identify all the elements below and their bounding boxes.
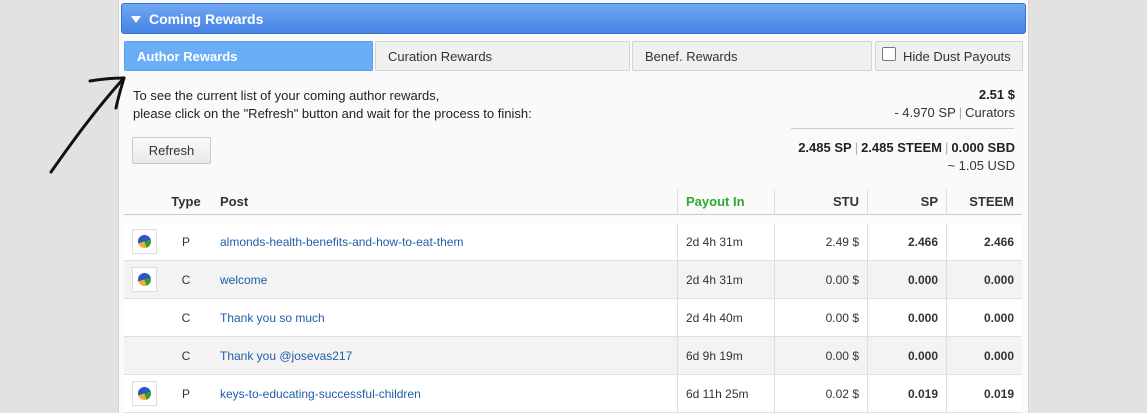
post-link[interactable]: Thank you so much — [220, 311, 325, 325]
row-stu: 0.00 $ — [774, 299, 867, 336]
total-usd: 2.51 $ — [978, 87, 1015, 102]
row-payout: 6d 9h 19m — [677, 337, 774, 374]
row-stu: 2.49 $ — [774, 223, 867, 260]
row-type: P — [181, 386, 190, 401]
post-link[interactable]: welcome — [220, 273, 267, 287]
table-row: C Thank you so much 2d 4h 40m 0.00 $0.000 0.… — [124, 299, 1022, 337]
row-steem: 0.000 — [946, 337, 1022, 374]
row-type: C — [181, 310, 191, 325]
coming-rewards-panel: Coming Rewards Author Rewards Curation R… — [118, 0, 1029, 413]
table-row: C Thank you @josevas217 6d 9h 19m 0.00 $0.0… — [124, 337, 1022, 375]
row-payout: 2d 4h 31m — [677, 261, 774, 298]
hide-dust-toggle[interactable]: Hide Dust Payouts — [875, 41, 1023, 71]
row-sp: 0.000 — [867, 261, 946, 298]
table-header: Type Post Payout In STU SP STEEM — [124, 189, 1022, 215]
table-body: Palmonds-health-benefits-and-how-to-eat-… — [124, 223, 1022, 413]
row-type: P — [181, 234, 190, 249]
row-stu: 0.02 $ — [774, 375, 867, 412]
header-stu[interactable]: STU — [774, 189, 867, 214]
totals-line: 2.485 SP | 2.485 STEEM | 0.000 SBD — [798, 140, 1015, 155]
rewards-table: Type Post Payout In STU SP STEEM Palmond… — [124, 189, 1022, 413]
row-steem: 0.000 — [946, 261, 1022, 298]
header-sp[interactable]: SP — [867, 189, 946, 214]
row-payout: 2d 4h 40m — [677, 299, 774, 336]
summary-divider — [791, 128, 1014, 129]
row-type: C — [181, 272, 191, 287]
header-steem[interactable]: STEEM — [946, 189, 1022, 214]
info-line-2: please click on the "Refresh" button and… — [133, 106, 532, 121]
header-icon-col — [124, 189, 164, 214]
row-sp: 2.466 — [867, 223, 946, 260]
table-row: Palmonds-health-benefits-and-how-to-eat-… — [124, 223, 1022, 261]
table-spacer — [124, 215, 1022, 223]
curators-label: Curators — [965, 105, 1015, 120]
header-payout[interactable]: Payout In — [677, 189, 774, 214]
row-steem: 0.000 — [946, 299, 1022, 336]
hide-dust-label: Hide Dust Payouts — [903, 49, 1011, 64]
row-stu: 0.00 $ — [774, 337, 867, 374]
tab-author-rewards[interactable]: Author Rewards — [124, 41, 373, 71]
tab-benef-rewards[interactable]: Benef. Rewards — [632, 41, 872, 71]
info-line-1: To see the current list of your coming a… — [133, 88, 440, 103]
pie-chart-icon[interactable] — [131, 229, 157, 254]
info-text: To see the current list of your coming a… — [133, 87, 532, 123]
row-icon-cell — [124, 223, 164, 260]
row-sp: 0.019 — [867, 375, 946, 412]
row-steem: 2.466 — [946, 223, 1022, 260]
row-icon-cell — [124, 299, 164, 336]
row-payout: 6d 11h 25m — [677, 375, 774, 412]
curators-line: - 4.970 SP | Curators — [894, 105, 1015, 120]
row-type: C — [181, 348, 191, 363]
total-steem: 2.485 STEEM — [861, 140, 943, 155]
table-row: Cwelcome 2d 4h 31m 0.00 $0.000 0.000 — [124, 261, 1022, 299]
hide-dust-checkbox[interactable] — [882, 47, 896, 61]
pie-chart-icon[interactable] — [131, 381, 157, 406]
row-sp: 0.000 — [867, 337, 946, 374]
header-post[interactable]: Post — [208, 189, 677, 214]
row-steem: 0.019 — [946, 375, 1022, 412]
refresh-button[interactable]: Refresh — [132, 137, 211, 164]
row-sp: 0.000 — [867, 299, 946, 336]
post-link[interactable]: almonds-health-benefits-and-how-to-eat-t… — [220, 235, 463, 249]
post-link[interactable]: keys-to-educating-successful-children — [220, 387, 421, 401]
row-payout: 2d 4h 31m — [677, 223, 774, 260]
usd-approx: ~ 1.05 USD — [947, 158, 1015, 173]
row-icon-cell — [124, 261, 164, 298]
header-type: Type — [171, 194, 201, 209]
total-sbd: 0.000 SBD — [951, 140, 1015, 155]
row-post-cell: Thank you so much — [208, 299, 677, 336]
section-title: Coming Rewards — [149, 11, 264, 27]
table-row: Pkeys-to-educating-successful-children 6d… — [124, 375, 1022, 413]
post-link[interactable]: Thank you @josevas217 — [220, 349, 352, 363]
triangle-down-icon[interactable] — [131, 16, 141, 23]
coming-rewards-header[interactable]: Coming Rewards — [121, 3, 1026, 34]
row-icon-cell — [124, 375, 164, 412]
curators-sp: - 4.970 SP — [894, 105, 956, 120]
pie-chart-icon[interactable] — [131, 267, 157, 292]
total-sp: 2.485 SP — [798, 140, 852, 155]
row-post-cell: Thank you @josevas217 — [208, 337, 677, 374]
row-post-cell: keys-to-educating-successful-children — [208, 375, 677, 412]
tab-curation-rewards[interactable]: Curation Rewards — [375, 41, 630, 71]
row-icon-cell — [124, 337, 164, 374]
row-post-cell: welcome — [208, 261, 677, 298]
row-post-cell: almonds-health-benefits-and-how-to-eat-t… — [208, 223, 677, 260]
row-stu: 0.00 $ — [774, 261, 867, 298]
